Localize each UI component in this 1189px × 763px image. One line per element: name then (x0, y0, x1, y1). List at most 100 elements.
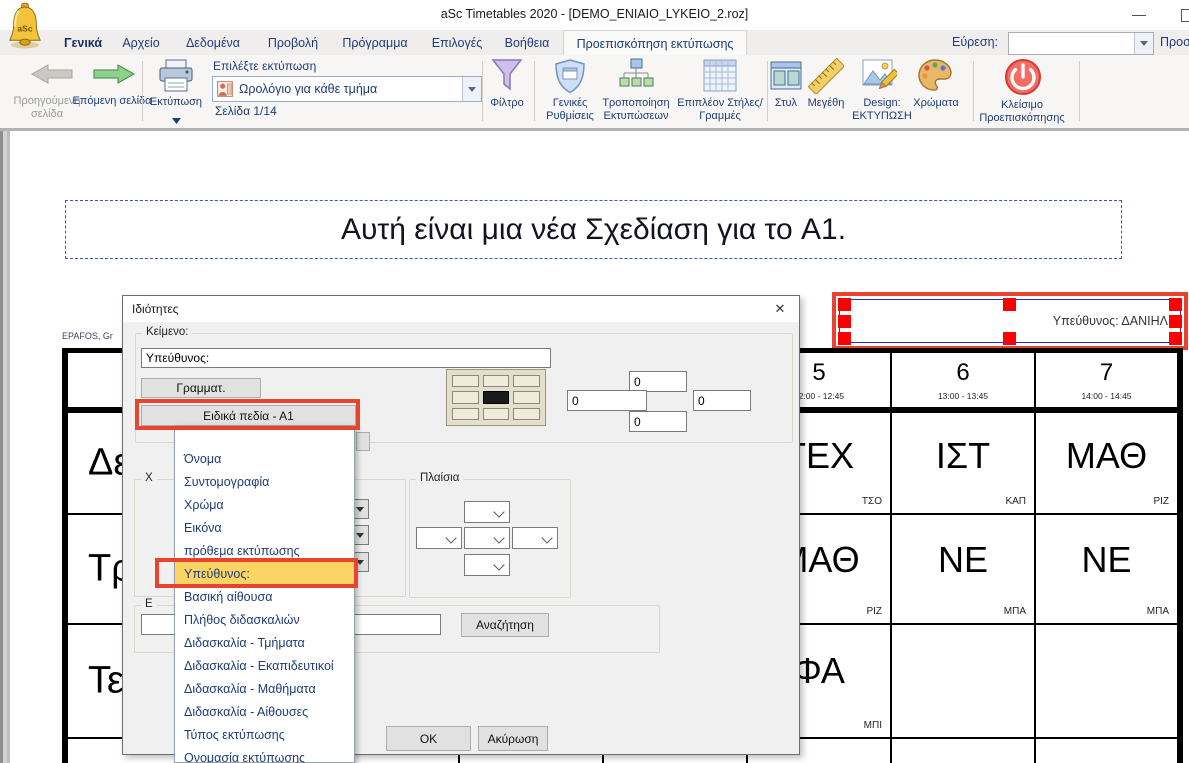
sizes-ruler-icon (808, 58, 844, 99)
design-image-pencil-icon (861, 58, 897, 98)
cancel-button[interactable]: Ακύρωση (478, 726, 548, 751)
search-input[interactable] (1011, 35, 1133, 52)
menu-item-xroma[interactable]: Χρώμα (175, 493, 354, 516)
ok-button[interactable]: OK (386, 726, 471, 751)
period-header-7: 7 14:00 - 14:45 (1036, 353, 1177, 413)
selection-handle[interactable] (1169, 298, 1182, 311)
search-label: Εύρεση: (952, 35, 998, 49)
heading-design-element[interactable]: Αυτή είναι μια νέα Σχεδίαση για το A1. (65, 200, 1122, 259)
alignment-grid[interactable] (446, 369, 546, 426)
print-select-combobox[interactable]: Ωρολόγιο για κάθε τμήμα (212, 76, 482, 102)
menu-item-didaskalia-tmimata[interactable]: Διδασκαλία - Τμήματα (175, 631, 354, 654)
bottom-group-label: Ε (141, 598, 157, 610)
font-button[interactable]: Γραμματ. (141, 378, 261, 398)
menu-item-didaskalia-aithouses[interactable]: Διδασκαλία - Αίθουσες (175, 700, 354, 723)
lesson-cell: ΝΕΜΠΑ (1036, 515, 1177, 625)
printout-type-icon (217, 81, 233, 97)
lesson-cell: ΙΣΤΚΑΠ (892, 413, 1036, 515)
tab-arxeio[interactable]: Αρχείο (116, 30, 166, 55)
menu-item-syntomografia[interactable]: Συντομογραφία (175, 470, 354, 493)
frame-select-bottom[interactable] (464, 554, 510, 576)
chevron-down-icon (493, 506, 504, 517)
tab-provoli[interactable]: Προβολή (262, 30, 324, 55)
tab-voitheia[interactable]: Βοήθεια (498, 30, 556, 55)
frame-select-center[interactable] (464, 527, 510, 549)
minimize-icon[interactable]: — (1132, 6, 1146, 22)
search-button[interactable]: Αναζήτηση (461, 613, 549, 637)
menu-item-eikona[interactable]: Εικόνα (175, 516, 354, 539)
selection-handle[interactable] (1003, 298, 1016, 311)
tab-print-preview-active[interactable]: Προεπισκόπηση εκτύπωσης (563, 30, 747, 56)
selected-element-text: Υπεύθυνος: ΔΑΝΙΗΛ (1053, 314, 1168, 328)
frame-select-left[interactable] (416, 527, 462, 549)
selection-handle[interactable] (1169, 315, 1182, 328)
menu-item-onomasia-ektyposis[interactable]: Ονομασία εκτύπωσης (175, 746, 354, 763)
menu-item-didaskalia-ekpaideutikoi[interactable]: Διδασκαλία - Εκαπιδευτικοί (175, 654, 354, 677)
margin-bottom-input[interactable] (629, 411, 687, 432)
menu-item-onoma[interactable]: Όνομα (175, 447, 354, 470)
print-select-dropdown-icon[interactable] (462, 77, 481, 101)
maximize-icon[interactable] (1181, 9, 1189, 22)
chevron-down-icon (541, 532, 552, 543)
tab-genika[interactable]: Γενικά (58, 30, 108, 55)
ribbon-toolbar: Προηγούμενη σελίδα Επόμενη σελίδα Εκτύπω… (0, 55, 1189, 128)
menu-item-vasiki-aithousa[interactable]: Βασική αίθουσα (175, 585, 354, 608)
margin-left-input[interactable] (567, 390, 647, 411)
dialog-close-icon[interactable]: ✕ (769, 300, 791, 318)
frame-select-top[interactable] (464, 501, 510, 523)
preview-left-edge (0, 131, 10, 763)
margin-top-input[interactable] (629, 371, 687, 392)
app-logo-bell-icon[interactable]: aSc (6, 2, 44, 50)
menu-item-prothema[interactable]: πρόθεμα εκτύπωσης (175, 539, 354, 562)
print-dropdown-icon[interactable] (172, 111, 181, 129)
menu-item-plithos[interactable]: Πλήθος διδασκαλιών (175, 608, 354, 631)
asc-timetables-window: aSc Timetables 2020 - [DEMO_ENIAIO_LYKEI… (0, 0, 1189, 763)
text-value-input[interactable] (141, 348, 551, 368)
next-page-icon (90, 63, 138, 90)
search-combobox[interactable] (1008, 32, 1154, 55)
lesson-cell: ΜΑΘΡΙΖ (1036, 413, 1177, 515)
print-icon (156, 59, 196, 100)
title-bar: aSc Timetables 2020 - [DEMO_ENIAIO_LYKEI… (0, 0, 1189, 30)
colors-palette-icon (917, 58, 953, 98)
menu-item-typos-ektyposis[interactable]: Τύπος εκτύπωσης (175, 723, 354, 746)
special-fields-menu: Όνομα Συντομογραφία Χρώμα Εικόνα πρόθεμα… (174, 425, 355, 763)
modify-printouts-tree-icon (617, 58, 655, 100)
heading-text: Αυτή είναι μια νέα Σχεδίαση για το A1. (341, 213, 846, 247)
tab-epiloges[interactable]: Επιλογές (426, 30, 488, 55)
overflow-menu-label[interactable]: Προσ (1160, 35, 1189, 49)
menu-item-ypefthynos-highlighted[interactable]: Υπεύθυνος: (175, 562, 354, 585)
frame-select-right[interactable] (512, 527, 558, 549)
alignment-selected-cell[interactable] (483, 391, 510, 403)
filter-icon (489, 58, 525, 99)
chevron-down-icon (445, 532, 456, 543)
text-group-label: Κείμενο: (142, 326, 192, 338)
search-dropdown-icon[interactable] (1134, 33, 1153, 54)
extra-columns-grid-icon (702, 58, 738, 99)
tab-dedomena[interactable]: Δεδομένα (178, 30, 248, 55)
selected-design-element[interactable]: Υπεύθυνος: ΔΑΝΙΗΛ (832, 292, 1188, 350)
selection-handle[interactable] (838, 298, 851, 311)
print-select-value: Ωρολόγιο για κάθε τμήμα (239, 82, 377, 96)
selection-handle[interactable] (1169, 332, 1182, 345)
selection-handle[interactable] (838, 315, 851, 328)
svg-text:aSc: aSc (17, 24, 32, 34)
special-fields-adjacent-button[interactable] (356, 432, 370, 451)
selection-handle[interactable] (1003, 332, 1016, 345)
dialog-title: Ιδιότητες (132, 302, 178, 316)
publisher-note: EPAFOS, Gr (62, 331, 113, 341)
selection-handle[interactable] (838, 332, 851, 345)
lesson-cell (892, 625, 1036, 739)
menu-item-didaskalia-mathimata[interactable]: Διδασκαλία - Μαθήματα (175, 677, 354, 700)
dialog-title-bar[interactable]: Ιδιότητες ✕ (123, 296, 799, 322)
lesson-cell (1036, 625, 1177, 739)
prev-page-icon (28, 63, 76, 90)
select-print-label: Επιλέξτε εκτύπωση (213, 60, 316, 73)
window-title: aSc Timetables 2020 - [DEMO_ENIAIO_LYKEI… (0, 7, 1189, 21)
frames-group-label: Πλαίσια (416, 472, 463, 484)
close-preview-power-icon (1002, 56, 1044, 103)
special-fields-button[interactable]: Ειδικά πεδία - Α1 (141, 405, 356, 426)
tab-programma[interactable]: Πρόγραμμα (336, 30, 414, 55)
chevron-down-icon (493, 559, 504, 570)
margin-right-input[interactable] (693, 390, 751, 411)
